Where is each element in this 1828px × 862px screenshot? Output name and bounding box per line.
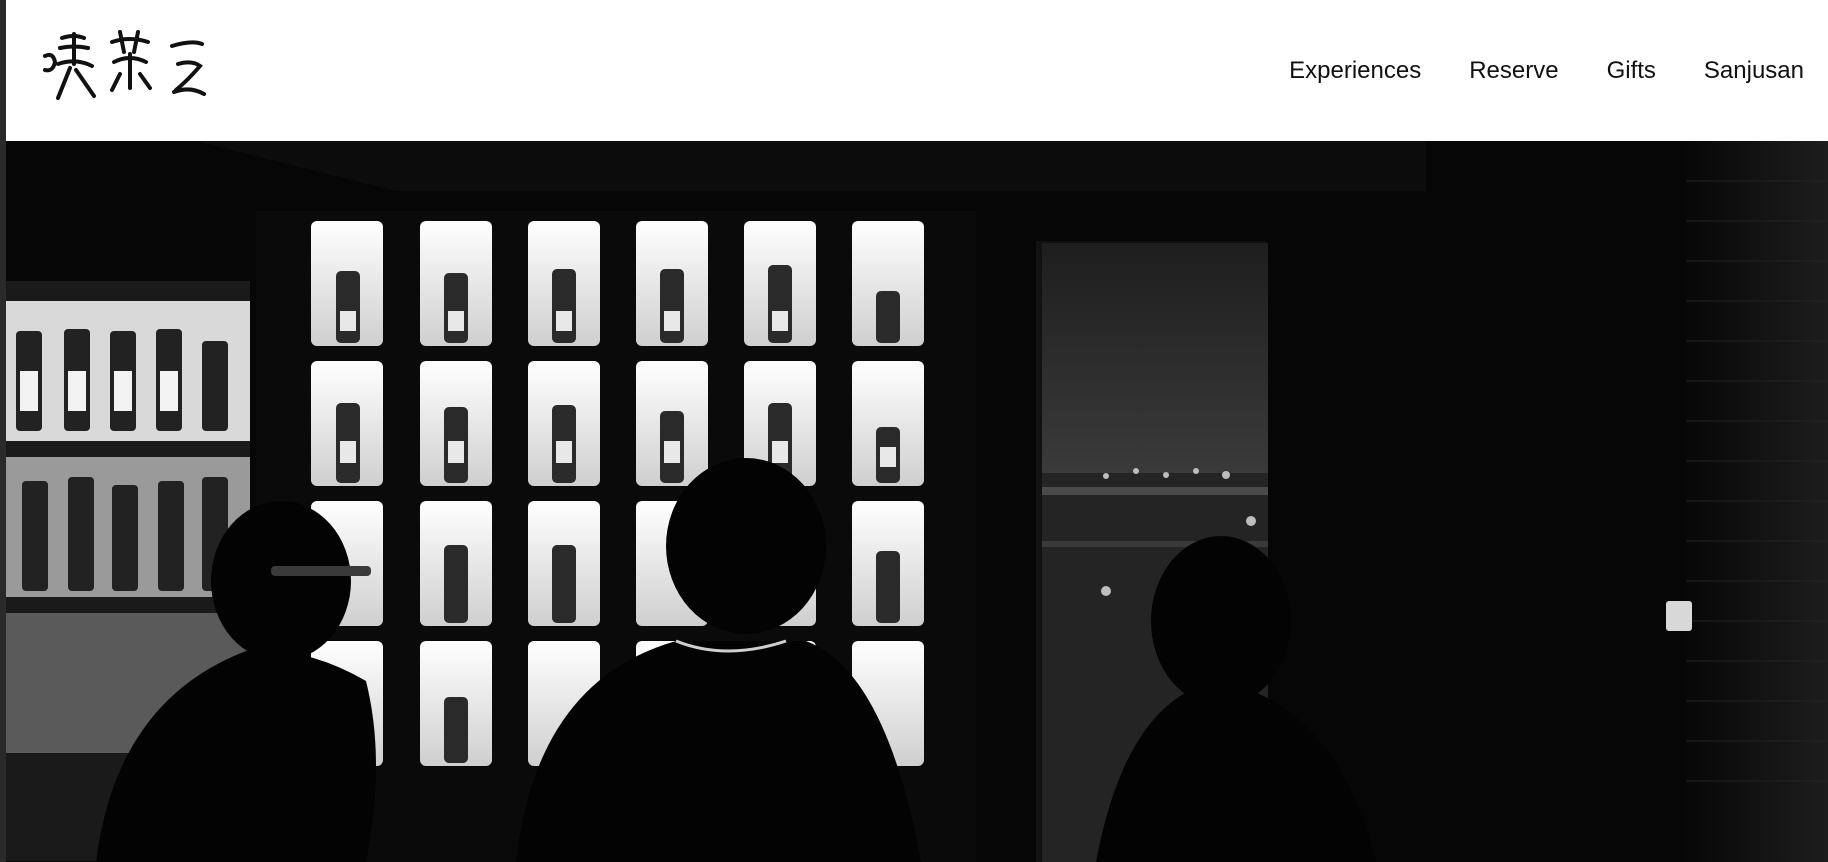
nav-reserve[interactable]: Reserve <box>1469 52 1558 90</box>
nav-sanjusan[interactable]: Sanjusan <box>1704 52 1804 90</box>
bar-photo <box>6 141 1828 862</box>
nav-experiences[interactable]: Experiences <box>1289 52 1421 90</box>
window-edge <box>0 0 6 862</box>
calligraphy-logo-icon <box>43 30 206 100</box>
hero-image <box>6 141 1828 862</box>
logo-link[interactable] <box>40 26 240 106</box>
page: Experiences Reserve Gifts Sanjusan <box>0 0 1828 862</box>
main-nav: Experiences Reserve Gifts Sanjusan <box>1241 52 1804 90</box>
site-header: Experiences Reserve Gifts Sanjusan <box>0 0 1828 141</box>
nav-gifts[interactable]: Gifts <box>1607 52 1656 90</box>
